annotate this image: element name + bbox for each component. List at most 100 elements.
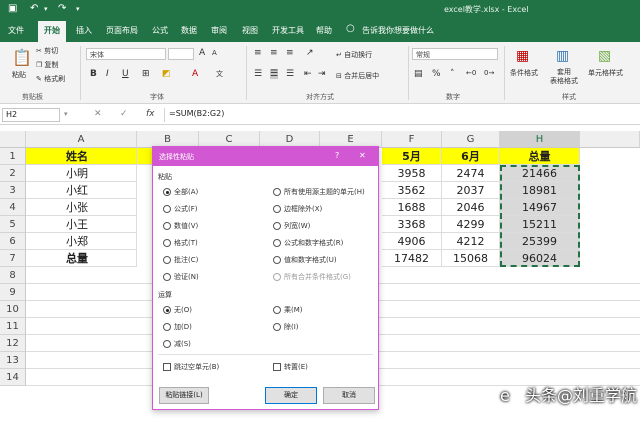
cell-a3[interactable]: 小红	[26, 182, 137, 199]
cell-g4[interactable]: 2046	[442, 199, 500, 216]
font-size-select[interactable]	[168, 48, 194, 60]
column-header-f[interactable]: F	[382, 131, 442, 148]
number-format-select[interactable]: 常规	[412, 48, 498, 60]
align-top-icon[interactable]: ≡	[254, 48, 262, 58]
cell-styles-button[interactable]: 单元格样式	[588, 68, 623, 78]
cancel-entry-icon[interactable]: ✕	[94, 109, 102, 119]
paste-option-all[interactable]: 全部(A)	[163, 187, 198, 197]
row-header[interactable]: 11	[0, 318, 26, 335]
cell-a6[interactable]: 小郑	[26, 233, 137, 250]
save-icon[interactable]: ▣	[8, 3, 17, 14]
undo-icon[interactable]: ↶	[30, 3, 38, 14]
tab-insert[interactable]: 插入	[76, 25, 92, 36]
borders-icon[interactable]: ⊞	[142, 69, 150, 79]
paste-option-formulas-numbers[interactable]: 公式和数字格式(R)	[273, 238, 343, 248]
customize-qat-icon[interactable]: ▾	[76, 5, 80, 13]
tab-review[interactable]: 审阅	[211, 25, 227, 36]
row-header[interactable]: 7	[0, 250, 26, 267]
row-header[interactable]: 9	[0, 284, 26, 301]
insert-function-button[interactable]: fx	[146, 109, 155, 119]
grow-font-icon[interactable]: A	[199, 48, 205, 58]
operation-subtract[interactable]: 减(S)	[163, 339, 191, 349]
row-header[interactable]: 5	[0, 216, 26, 233]
font-name-select[interactable]: 宋体	[86, 48, 166, 60]
italic-button[interactable]: I	[106, 69, 109, 79]
row-header[interactable]: 2	[0, 165, 26, 182]
copy-button[interactable]: ❐ 复制	[36, 60, 59, 70]
format-table-icon[interactable]: ▥	[556, 48, 569, 64]
comma-style-icon[interactable]: ˄	[450, 69, 455, 79]
paste-link-button[interactable]: 粘贴链接(L)	[159, 387, 209, 404]
confirm-entry-icon[interactable]: ✓	[120, 109, 128, 119]
tab-view[interactable]: 视图	[242, 25, 258, 36]
cell-a1[interactable]: 姓名	[26, 148, 137, 165]
tab-home[interactable]: 开始	[38, 21, 66, 42]
cell-g3[interactable]: 2037	[442, 182, 500, 199]
tab-formulas[interactable]: 公式	[152, 25, 168, 36]
column-header-g[interactable]: G	[442, 131, 500, 148]
phonetic-icon[interactable]: 文	[216, 69, 223, 79]
cell-styles-icon[interactable]: ▧	[598, 48, 611, 64]
formula-input[interactable]: =SUM(B2:G2)	[164, 108, 638, 122]
tab-developer[interactable]: 开发工具	[272, 25, 304, 36]
tab-help[interactable]: 帮助	[316, 25, 332, 36]
fill-color-icon[interactable]: ◩	[162, 69, 171, 79]
ok-button[interactable]: 确定	[265, 387, 317, 404]
cell-f5[interactable]: 3368	[382, 216, 442, 233]
merge-center-button[interactable]: ⊟ 合并后居中	[336, 71, 379, 81]
cell-f3[interactable]: 3562	[382, 182, 442, 199]
cut-button[interactable]: ✂ 剪切	[36, 46, 58, 56]
operation-none[interactable]: 无(O)	[163, 305, 192, 315]
tab-data[interactable]: 数据	[181, 25, 197, 36]
cell-a2[interactable]: 小明	[26, 165, 137, 182]
paste-icon[interactable]: 📋	[12, 48, 32, 67]
cell-f6[interactable]: 4906	[382, 233, 442, 250]
cell-f7[interactable]: 17482	[382, 250, 442, 267]
redo-icon[interactable]: ↷	[58, 3, 66, 14]
row-header[interactable]: 13	[0, 352, 26, 369]
row-header[interactable]: 10	[0, 301, 26, 318]
align-right-icon[interactable]: ☰	[286, 69, 294, 79]
row-header[interactable]: 14	[0, 369, 26, 386]
align-middle-icon[interactable]: ≡	[270, 48, 278, 58]
help-button[interactable]: ?	[335, 151, 339, 160]
row-header[interactable]: 4	[0, 199, 26, 216]
select-all-corner[interactable]	[0, 131, 26, 148]
decrease-decimal-icon[interactable]: 0→	[484, 69, 494, 77]
paste-option-formulas[interactable]: 公式(F)	[163, 204, 198, 214]
cell-a7[interactable]: 总量	[26, 250, 137, 267]
align-left-icon[interactable]: ☰	[254, 69, 262, 79]
tab-page-layout[interactable]: 页面布局	[106, 25, 138, 36]
row-header[interactable]: 8	[0, 267, 26, 284]
conditional-format-icon[interactable]: ▦	[516, 48, 529, 64]
wrap-text-button[interactable]: ↵ 自动换行	[336, 50, 372, 60]
skip-blanks-checkbox[interactable]: 跳过空单元(B)	[163, 362, 219, 372]
cell-g5[interactable]: 4299	[442, 216, 500, 233]
paste-option-validation[interactable]: 验证(N)	[163, 272, 199, 282]
cell-a4[interactable]: 小张	[26, 199, 137, 216]
row-header[interactable]: 1	[0, 148, 26, 165]
close-button[interactable]: ✕	[359, 151, 366, 160]
paste-option-column-widths[interactable]: 列宽(W)	[273, 221, 310, 231]
increase-decimal-icon[interactable]: ←0	[466, 69, 476, 77]
paste-option-source-theme[interactable]: 所有使用源主题的单元(H)	[273, 187, 365, 197]
paste-option-formats[interactable]: 格式(T)	[163, 238, 198, 248]
accounting-format-icon[interactable]: ▤	[414, 69, 423, 79]
row-header[interactable]: 12	[0, 335, 26, 352]
paste-option-values-numbers[interactable]: 值和数字格式(U)	[273, 255, 337, 265]
font-color-icon[interactable]: A	[192, 69, 198, 79]
cell-g7[interactable]: 15068	[442, 250, 500, 267]
conditional-format-button[interactable]: 条件格式	[510, 68, 538, 78]
operation-multiply[interactable]: 乘(M)	[273, 305, 303, 315]
cell-f1[interactable]: 5月	[382, 148, 442, 165]
paste-button[interactable]: 粘贴	[12, 70, 26, 80]
cell-f2[interactable]: 3958	[382, 165, 442, 182]
orientation-icon[interactable]: ↗	[306, 48, 314, 58]
format-table-button[interactable]: 套用 表格格式	[550, 68, 578, 86]
row-header[interactable]: 3	[0, 182, 26, 199]
underline-button[interactable]: U	[122, 69, 129, 79]
shrink-font-icon[interactable]: A	[212, 49, 217, 57]
paste-option-comments[interactable]: 批注(C)	[163, 255, 198, 265]
row-header[interactable]: 6	[0, 233, 26, 250]
operation-divide[interactable]: 除(I)	[273, 322, 299, 332]
